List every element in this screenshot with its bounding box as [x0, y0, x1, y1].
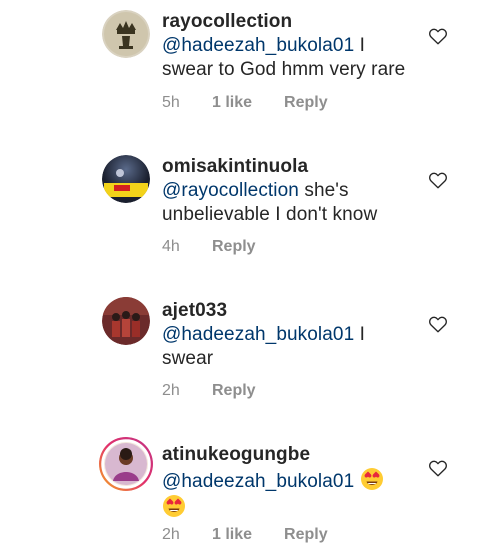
- comment-username[interactable]: omisakintinuola: [162, 156, 308, 177]
- heart-icon[interactable]: [428, 27, 448, 45]
- reply-button[interactable]: Reply: [284, 94, 328, 112]
- heart-icon[interactable]: [428, 171, 448, 189]
- comment-username[interactable]: ajet033: [162, 300, 227, 321]
- heart-eyes-emoji: [360, 468, 383, 490]
- comment-time: 2h: [162, 382, 180, 399]
- comment-username[interactable]: atinukeogungbe: [162, 444, 310, 465]
- heart-eyes-emoji: [163, 495, 185, 517]
- group-photo-avatar: [102, 297, 150, 345]
- comment-body: omisakintinuola @rayocollection she's un…: [162, 155, 412, 227]
- reply-button[interactable]: Reply: [212, 382, 256, 400]
- comment-body: ajet033 @hadeezah_bukola01 I swear: [162, 299, 412, 371]
- avatar[interactable]: [102, 10, 150, 58]
- comment-likes[interactable]: 1 like: [212, 526, 252, 544]
- comment-meta: 5h 1 like Reply: [162, 94, 328, 112]
- comment-mention[interactable]: @rayocollection: [162, 180, 299, 201]
- reply-button[interactable]: Reply: [284, 526, 328, 544]
- comment-body: atinukeogungbe @hadeezah_bukola01: [162, 443, 412, 521]
- comment-time: 5h: [162, 94, 180, 111]
- avatar[interactable]: [102, 155, 150, 203]
- comment-meta: 2h 1 like Reply: [162, 526, 328, 544]
- comment-meta: 2h Reply: [162, 382, 256, 400]
- avatar[interactable]: [99, 437, 153, 491]
- portrait-avatar: [99, 437, 153, 491]
- comment-mention[interactable]: @hadeezah_bukola01: [162, 471, 354, 492]
- photo-avatar: [102, 155, 150, 203]
- comment-time: 4h: [162, 238, 180, 255]
- avatar[interactable]: [102, 297, 150, 345]
- comment-mention[interactable]: @hadeezah_bukola01: [162, 35, 354, 56]
- comment-username[interactable]: rayocollection: [162, 11, 292, 32]
- heart-icon[interactable]: [428, 459, 448, 477]
- comment-body: rayocollection @hadeezah_bukola01 I swea…: [162, 10, 412, 82]
- heart-icon[interactable]: [428, 315, 448, 333]
- reply-button[interactable]: Reply: [212, 238, 256, 256]
- comment-likes[interactable]: 1 like: [212, 94, 252, 112]
- comment-meta: 4h Reply: [162, 238, 256, 256]
- comment-time: 2h: [162, 526, 180, 543]
- comment-mention[interactable]: @hadeezah_bukola01: [162, 324, 354, 345]
- crown-icon: [102, 10, 150, 58]
